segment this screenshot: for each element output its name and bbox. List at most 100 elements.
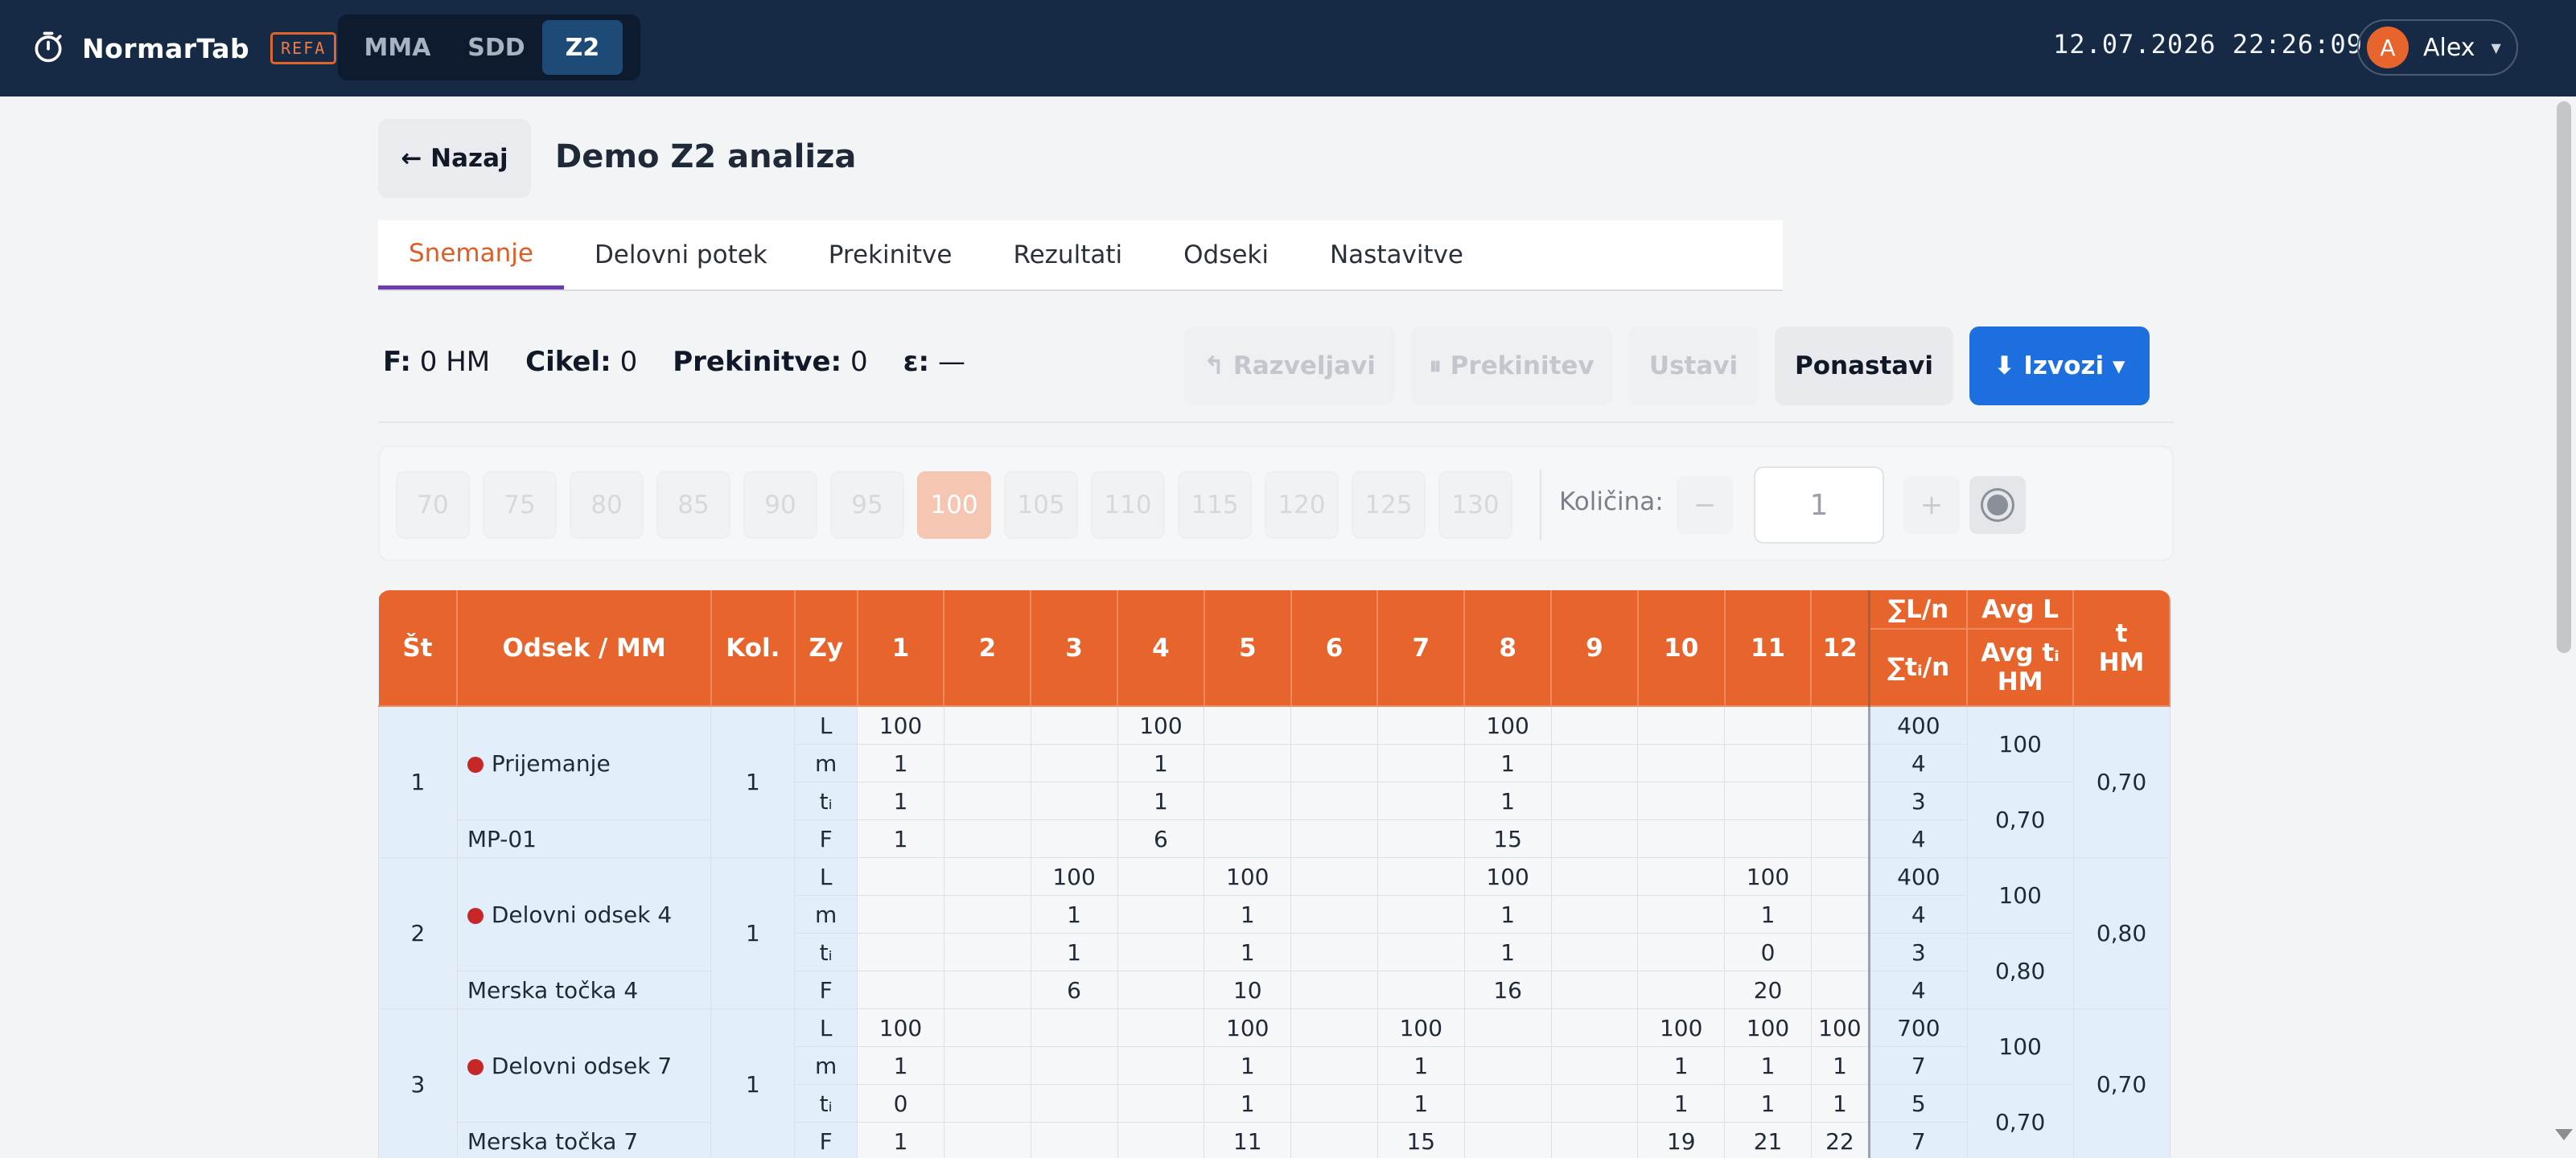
time-cell[interactable]: [1290, 819, 1378, 858]
stop-button[interactable]: Ustavi: [1628, 326, 1759, 405]
time-cell[interactable]: [943, 705, 1031, 745]
time-cell[interactable]: 1: [1810, 1084, 1870, 1123]
back-button[interactable]: ← Nazaj: [378, 119, 531, 198]
time-cell[interactable]: [1810, 895, 1870, 934]
time-cell[interactable]: [1810, 819, 1870, 858]
time-cell[interactable]: [1204, 819, 1292, 858]
time-cell[interactable]: 1: [1463, 895, 1552, 934]
header-cycle-4[interactable]: 4: [1117, 590, 1205, 707]
time-cell[interactable]: 1: [1030, 933, 1118, 971]
time-cell[interactable]: [1637, 705, 1726, 745]
header-cycle-12[interactable]: 12: [1811, 590, 1870, 707]
rating-85[interactable]: 85: [656, 471, 730, 539]
time-cell[interactable]: [1376, 933, 1465, 971]
time-cell[interactable]: 1: [857, 744, 944, 782]
time-cell[interactable]: [943, 971, 1031, 1009]
time-cell[interactable]: 100: [1724, 1008, 1812, 1047]
header-cycle-7[interactable]: 7: [1377, 590, 1466, 707]
time-cell[interactable]: 1: [1810, 1046, 1870, 1085]
rating-130[interactable]: 130: [1438, 471, 1512, 539]
time-cell[interactable]: [943, 895, 1031, 934]
tab-snemanje[interactable]: Snemanje: [378, 220, 564, 290]
time-cell[interactable]: [1637, 857, 1726, 896]
time-cell[interactable]: [1550, 744, 1639, 782]
undo-button[interactable]: ↰ Razveljavi: [1184, 326, 1395, 405]
header-cycle-5[interactable]: 5: [1204, 590, 1292, 707]
time-cell[interactable]: [1204, 744, 1292, 782]
rating-100[interactable]: 100: [917, 471, 991, 539]
time-cell[interactable]: 1: [1117, 744, 1205, 782]
time-cell[interactable]: [1550, 857, 1639, 896]
time-cell[interactable]: 1: [1724, 895, 1812, 934]
mode-mma[interactable]: MMA: [344, 20, 451, 75]
time-cell[interactable]: 1: [1204, 1046, 1292, 1085]
time-cell[interactable]: 1: [1117, 782, 1205, 820]
time-cell[interactable]: 100: [1204, 1008, 1292, 1047]
time-cell[interactable]: 1: [1204, 1084, 1292, 1123]
time-cell[interactable]: 6: [1030, 971, 1118, 1009]
reset-button[interactable]: Ponastavi: [1775, 326, 1953, 405]
time-cell[interactable]: 100: [1030, 857, 1118, 896]
header-cycle-1[interactable]: 1: [857, 590, 945, 707]
time-cell[interactable]: [943, 744, 1031, 782]
time-cell[interactable]: [1637, 819, 1726, 858]
time-cell[interactable]: [1550, 1122, 1639, 1158]
header-cycle-11[interactable]: 11: [1724, 590, 1813, 707]
time-cell[interactable]: [1810, 933, 1870, 971]
time-cell[interactable]: [1030, 1084, 1118, 1123]
time-cell[interactable]: [1117, 1046, 1205, 1085]
scrollbar-thumb[interactable]: [2557, 101, 2571, 653]
time-cell[interactable]: [1117, 971, 1205, 1009]
time-cell[interactable]: [1290, 744, 1378, 782]
time-cell[interactable]: [1550, 933, 1639, 971]
time-cell[interactable]: [1117, 1084, 1205, 1123]
tab-prekinitve[interactable]: Prekinitve: [798, 220, 983, 290]
time-cell[interactable]: [1376, 819, 1465, 858]
time-cell[interactable]: 10: [1204, 971, 1292, 1009]
time-cell[interactable]: [1724, 819, 1812, 858]
time-cell[interactable]: 100: [1376, 1008, 1465, 1047]
time-cell[interactable]: 6: [1117, 819, 1205, 858]
time-cell[interactable]: 1: [1376, 1084, 1465, 1123]
header-cycle-2[interactable]: 2: [944, 590, 1032, 707]
time-cell[interactable]: 1: [1376, 1046, 1465, 1085]
time-cell[interactable]: 100: [1637, 1008, 1726, 1047]
pause-button[interactable]: ⏸ Prekinitev: [1411, 326, 1612, 405]
time-cell[interactable]: 1: [857, 1122, 944, 1158]
time-cell[interactable]: [1117, 857, 1205, 896]
time-cell[interactable]: [1463, 1046, 1552, 1085]
time-cell[interactable]: 100: [857, 705, 944, 745]
time-cell[interactable]: [1810, 857, 1870, 896]
time-cell[interactable]: 0: [1724, 933, 1812, 971]
time-cell[interactable]: 1: [1463, 782, 1552, 820]
time-cell[interactable]: 15: [1376, 1122, 1465, 1158]
time-cell[interactable]: [1376, 857, 1465, 896]
tab-nastavitve[interactable]: Nastavitve: [1299, 220, 1494, 290]
tab-odseki[interactable]: Odseki: [1153, 220, 1299, 290]
time-cell[interactable]: [1030, 744, 1118, 782]
time-cell[interactable]: [1724, 705, 1812, 745]
time-cell[interactable]: [1550, 782, 1639, 820]
time-cell[interactable]: [943, 1122, 1031, 1158]
time-cell[interactable]: 100: [1204, 857, 1292, 896]
time-cell[interactable]: 100: [1810, 1008, 1870, 1047]
time-cell[interactable]: [1290, 971, 1378, 1009]
mode-z2[interactable]: Z2: [542, 20, 623, 75]
rating-80[interactable]: 80: [570, 471, 644, 539]
time-cell[interactable]: [1637, 933, 1726, 971]
time-cell[interactable]: [1376, 971, 1465, 1009]
time-cell[interactable]: 1: [1204, 895, 1292, 934]
time-cell[interactable]: 1: [1724, 1084, 1812, 1123]
time-cell[interactable]: 1: [1724, 1046, 1812, 1085]
time-cell[interactable]: [1463, 1008, 1552, 1047]
time-cell[interactable]: [857, 857, 944, 896]
time-cell[interactable]: 100: [1117, 705, 1205, 745]
time-cell[interactable]: [1550, 971, 1639, 1009]
time-cell[interactable]: [1030, 705, 1118, 745]
time-cell[interactable]: [943, 1046, 1031, 1085]
user-menu[interactable]: A Alex ▼: [2357, 19, 2518, 76]
time-cell[interactable]: [1030, 782, 1118, 820]
header-cycle-6[interactable]: 6: [1290, 590, 1379, 707]
quantity-input[interactable]: [1754, 466, 1884, 544]
time-cell[interactable]: [943, 782, 1031, 820]
